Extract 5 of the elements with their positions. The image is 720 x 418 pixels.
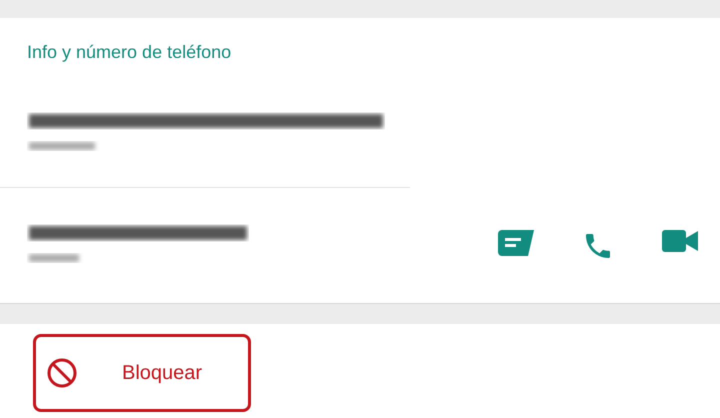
message-icon[interactable]: [498, 230, 534, 256]
block-button[interactable]: Bloquear: [33, 334, 251, 412]
block-icon: [46, 357, 78, 389]
video-camera-icon[interactable]: [662, 230, 698, 252]
section-title: Info y número de teléfono: [26, 41, 232, 64]
